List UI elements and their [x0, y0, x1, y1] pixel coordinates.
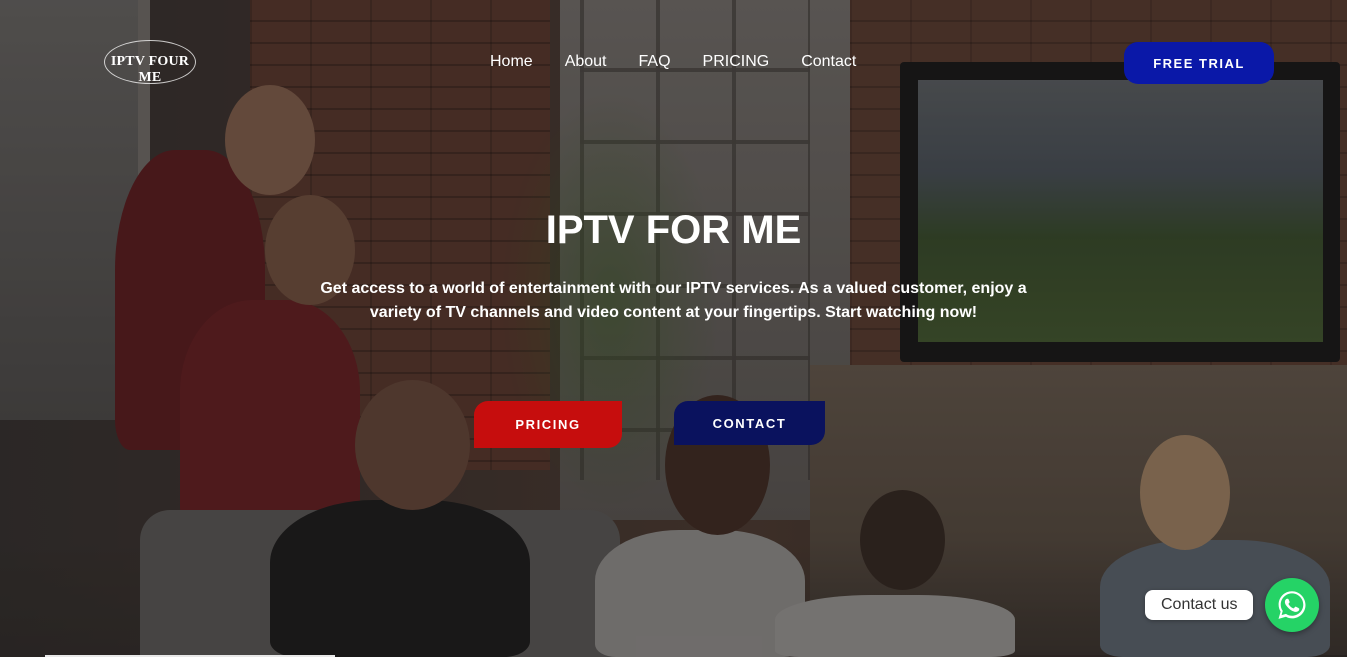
nav-contact[interactable]: Contact — [801, 52, 856, 72]
pricing-button[interactable]: PRICING — [474, 401, 622, 448]
nav-pricing[interactable]: PRICING — [703, 52, 770, 72]
main-nav: Home About FAQ PRICING Contact — [490, 52, 856, 72]
contact-button[interactable]: CONTACT — [674, 401, 825, 445]
free-trial-button[interactable]: FREE TRIAL — [1124, 42, 1274, 84]
nav-about[interactable]: About — [565, 52, 607, 72]
hero-title: IPTV FOR ME — [545, 208, 802, 252]
nav-home[interactable]: Home — [490, 52, 533, 72]
nav-faq[interactable]: FAQ — [639, 52, 671, 72]
whatsapp-button[interactable] — [1265, 578, 1319, 632]
hero-description: Get access to a world of entertainment w… — [320, 280, 1027, 321]
hero-background-image — [0, 0, 1347, 657]
whatsapp-icon — [1275, 588, 1309, 622]
site-logo[interactable]: IPTV FOUR ME — [100, 40, 200, 85]
whatsapp-contact-label[interactable]: Contact us — [1145, 590, 1254, 620]
logo-text: IPTV FOUR ME — [110, 54, 190, 85]
